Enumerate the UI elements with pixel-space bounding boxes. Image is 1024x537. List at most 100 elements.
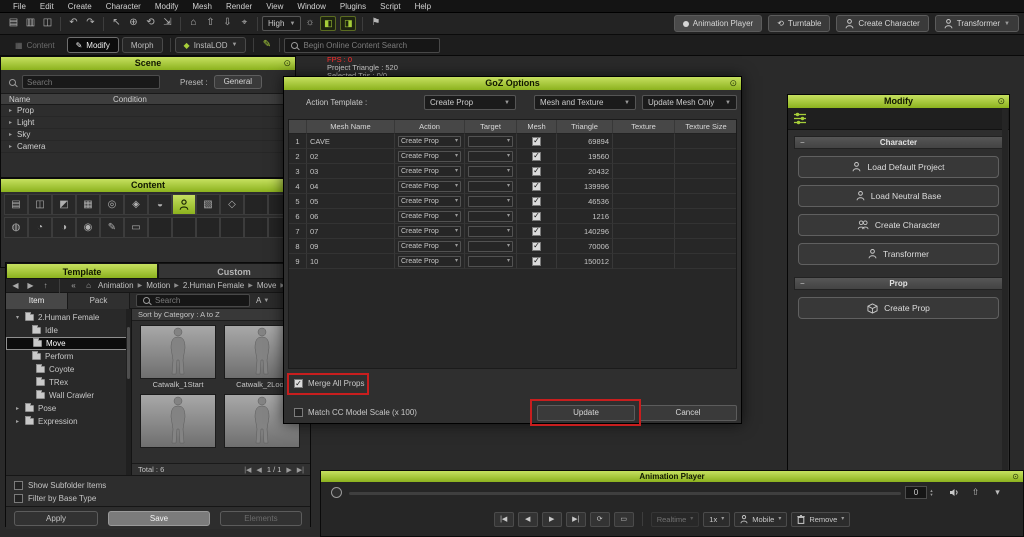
content-category-icon[interactable]: ◉: [76, 217, 100, 238]
transformer-button[interactable]: Transformer ▼: [935, 15, 1019, 32]
expander-icon[interactable]: ▸: [9, 117, 12, 129]
panel-menu-icon[interactable]: ⊙: [997, 95, 1005, 108]
filter-base-type-checkbox[interactable]: [14, 494, 23, 503]
tab-template[interactable]: Template: [6, 263, 158, 279]
character-section-header[interactable]: − Character: [794, 136, 1003, 149]
action-template-dropdown[interactable]: Create Prop ▼: [424, 95, 516, 110]
modify-panel-header[interactable]: Modify ⊙: [788, 95, 1009, 108]
page-first-icon[interactable]: |◀: [244, 466, 251, 474]
paint-pen-icon[interactable]: ✎: [258, 37, 275, 54]
action-dropdown[interactable]: Create Prop▾: [398, 226, 461, 237]
remove-dropdown[interactable]: Remove ▾: [791, 512, 850, 527]
table-row[interactable]: 1 CAVE Create Prop▾ ▾ ✓ 69894: [289, 134, 736, 149]
apply-button[interactable]: Apply: [14, 511, 98, 526]
scale-tool-icon[interactable]: ⇲: [159, 15, 176, 32]
adjust-sliders-icon[interactable]: [793, 112, 807, 125]
scene-search-input[interactable]: [22, 75, 160, 89]
mesh-checkbox[interactable]: ✓: [532, 212, 541, 221]
mesh-checkbox[interactable]: ✓: [532, 137, 541, 146]
action-dropdown[interactable]: Create Prop▾: [398, 196, 461, 207]
table-row[interactable]: 8 09 Create Prop▾ ▾ ✓ 70006: [289, 239, 736, 254]
table-row[interactable]: 9 10 Create Prop▾ ▾ ✓ 150012: [289, 254, 736, 269]
thumbnail-catwalk-1start[interactable]: Catwalk_1Start: [140, 325, 216, 390]
mobile-dropdown[interactable]: Mobile ▾: [734, 512, 787, 527]
target-dropdown[interactable]: ▾: [468, 136, 513, 147]
target-dropdown[interactable]: ▾: [468, 226, 513, 237]
home-view-icon[interactable]: ⌂: [185, 15, 202, 32]
menu-render[interactable]: Render: [219, 0, 259, 13]
action-dropdown[interactable]: Create Prop▾: [398, 211, 461, 222]
menu-window[interactable]: Window: [290, 0, 332, 13]
panel-menu-icon[interactable]: ⊙: [729, 77, 737, 90]
content-category-motion-icon[interactable]: [172, 194, 196, 215]
viewport-toggle-a-icon[interactable]: ◧: [320, 16, 336, 31]
home-icon[interactable]: ⌂: [83, 281, 94, 290]
breadcrumb-move[interactable]: Move: [257, 281, 277, 290]
content-category-icon[interactable]: ▤: [4, 194, 28, 215]
menu-mesh[interactable]: Mesh: [185, 0, 219, 13]
content-category-icon[interactable]: ◇: [220, 194, 244, 215]
new-project-icon[interactable]: ▤: [5, 15, 22, 32]
table-row[interactable]: 3 03 Create Prop▾ ▾ ✓ 20432: [289, 164, 736, 179]
frame-stepper[interactable]: ▲ ▼: [928, 486, 935, 499]
content-category-icon[interactable]: ◍: [4, 217, 28, 238]
save-project-icon[interactable]: ◫: [39, 15, 56, 32]
expander-icon[interactable]: ▸: [9, 129, 12, 141]
quality-dropdown[interactable]: High ▼: [262, 16, 301, 31]
expander-icon[interactable]: ▸: [9, 141, 12, 153]
tree-item-trex[interactable]: TRex: [6, 376, 131, 389]
table-row[interactable]: 5 05 Create Prop▾ ▾ ✓ 46536: [289, 194, 736, 209]
action-dropdown[interactable]: Create Prop▾: [398, 241, 461, 252]
mesh-checkbox[interactable]: ✓: [532, 152, 541, 161]
menu-view[interactable]: View: [259, 0, 290, 13]
template-search-input[interactable]: [155, 296, 243, 305]
menu-edit[interactable]: Edit: [33, 0, 61, 13]
preset-general-button[interactable]: General: [214, 75, 262, 89]
expander-icon[interactable]: ▸: [14, 418, 21, 425]
table-row[interactable]: 4 04 Create Prop▾ ▾ ✓ 139996: [289, 179, 736, 194]
table-row[interactable]: 6 06 Create Prop▾ ▾ ✓ 1216: [289, 209, 736, 224]
action-dropdown[interactable]: Create Prop▾: [398, 256, 461, 267]
tree-item-wall-crawler[interactable]: Wall Crawler: [6, 389, 131, 402]
page-next-icon[interactable]: ▶: [286, 466, 291, 474]
save-button[interactable]: Save: [108, 511, 210, 526]
tab-item[interactable]: Item: [6, 293, 68, 309]
panel-menu-icon[interactable]: ⊙: [283, 57, 291, 70]
import-icon[interactable]: ⇩: [219, 15, 236, 32]
move-tool-icon[interactable]: ⊕: [125, 15, 142, 32]
expander-icon[interactable]: ▸: [9, 105, 12, 117]
animation-player-button[interactable]: Animation Player: [674, 15, 762, 32]
mesh-checkbox[interactable]: ✓: [532, 257, 541, 266]
modify-scrollbar[interactable]: [1002, 109, 1008, 480]
goz-dialog-header[interactable]: GoZ Options ⊙: [284, 77, 741, 90]
rotate-tool-icon[interactable]: ⟲: [142, 15, 159, 32]
content-category-icon[interactable]: ◎: [100, 194, 124, 215]
action-dropdown[interactable]: Create Prop▾: [398, 166, 461, 177]
target-dropdown[interactable]: ▾: [468, 241, 513, 252]
options-caret-icon[interactable]: ▾: [990, 486, 1005, 500]
go-to-start-button[interactable]: |◀: [494, 512, 514, 527]
content-panel-header[interactable]: Content ⊙: [1, 179, 295, 192]
target-dropdown[interactable]: ▾: [468, 196, 513, 207]
breadcrumb-animation[interactable]: Animation: [98, 281, 134, 290]
content-category-icon[interactable]: ◈: [124, 194, 148, 215]
tree-item-expression[interactable]: ▸ Expression: [6, 415, 131, 428]
breadcrumb-human-female[interactable]: 2.Human Female: [183, 281, 244, 290]
scene-row-prop[interactable]: ▸ Prop: [1, 105, 295, 117]
content-mode-button[interactable]: ▦ Content: [6, 37, 64, 53]
tree-item-perform[interactable]: Perform: [6, 350, 131, 363]
scene-row-camera[interactable]: ▸ Camera: [1, 141, 295, 153]
breadcrumb-motion[interactable]: Motion: [146, 281, 170, 290]
open-project-icon[interactable]: ▥: [22, 15, 39, 32]
cancel-button[interactable]: Cancel: [639, 405, 737, 421]
select-tool-icon[interactable]: ↖: [108, 15, 125, 32]
target-dropdown[interactable]: ▾: [468, 181, 513, 192]
target-dropdown[interactable]: ▾: [468, 211, 513, 222]
menu-plugins[interactable]: Plugins: [333, 0, 373, 13]
elements-button[interactable]: Elements: [220, 511, 302, 526]
content-category-icon[interactable]: ◔: [28, 217, 52, 238]
match-cc-scale-checkbox[interactable]: [294, 408, 303, 417]
timeline-knob[interactable]: [331, 487, 342, 498]
animation-player-header[interactable]: Animation Player ⊙: [321, 471, 1023, 482]
expander-icon[interactable]: ▸: [14, 405, 21, 412]
